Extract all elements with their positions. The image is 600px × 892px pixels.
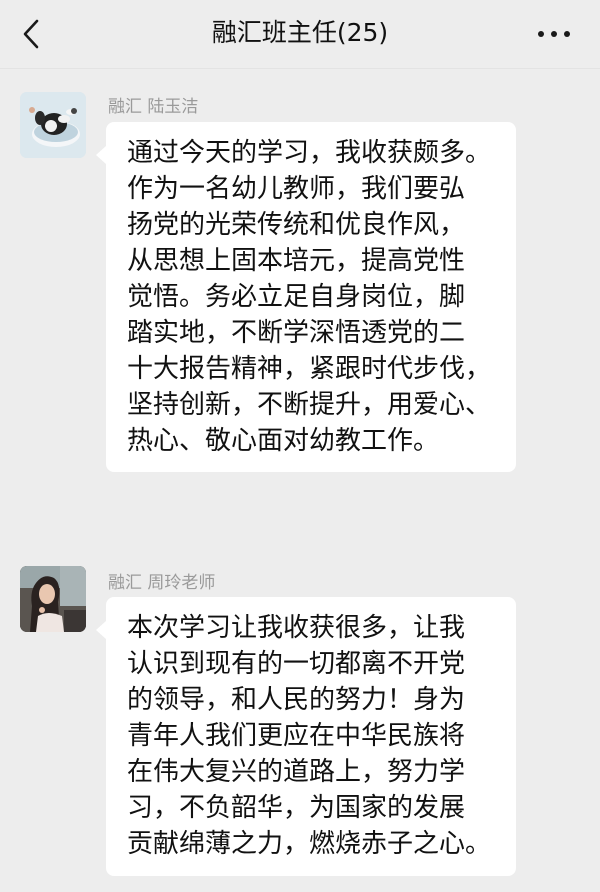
chevron-left-icon[interactable]: [20, 17, 46, 51]
sender-name: 融汇 周玲老师: [108, 573, 216, 593]
message-bubble[interactable]: 本次学习让我收获很多，让我 认识到现有的一切都离不开党 的领导，和人民的努力！身…: [96, 597, 516, 876]
avatar[interactable]: [20, 92, 86, 158]
photo-avatar-icon: [20, 566, 86, 632]
ellipsis-icon[interactable]: [534, 22, 574, 46]
chat-title: 融汇班主任(25): [211, 18, 389, 47]
sender-name: 融汇 陆玉洁: [108, 97, 199, 117]
message-bubble[interactable]: 通过今天的学习，我收获颇多。 作为一名幼儿教师，我们要弘 扬党的光荣传统和优良作…: [96, 122, 516, 472]
avatar[interactable]: [20, 566, 86, 632]
cartoon-dog-avatar-icon: [20, 92, 86, 158]
chat-header: 融汇班主任(25): [0, 0, 600, 69]
